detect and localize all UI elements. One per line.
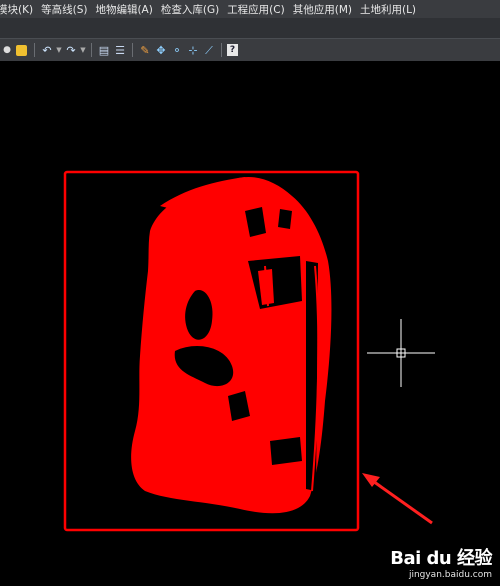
menu-land-use[interactable]: 土地利用(L) (360, 2, 424, 17)
ribbon-gap (0, 18, 500, 38)
drawing-canvas[interactable]: Bai du 经验 jingyan.baidu.com (0, 61, 500, 586)
properties-icon[interactable]: ▤ (97, 42, 111, 58)
toolbar-separator (221, 43, 222, 57)
annotation-arrow (362, 473, 433, 525)
watermark-brand: Bai du 经验 (390, 548, 492, 569)
crosshair-cursor (367, 319, 435, 387)
extend-icon[interactable]: ⟋ (202, 42, 216, 58)
canvas-drawing (63, 170, 435, 532)
chevron-down-icon[interactable]: ▼ (80, 42, 86, 58)
point-cloud (131, 176, 332, 514)
menu-check-import[interactable]: 检查入库(G) (161, 2, 227, 17)
toolbar: ● ↶ ▼ ↷ ▼ ▤ ☰ ✎ ✥ ⚬ ⊹ ⟋ ? (0, 38, 500, 62)
watermark-url: jingyan.baidu.com (408, 570, 492, 580)
toolbar-separator (91, 43, 92, 57)
toolbar-separator (132, 43, 133, 57)
toolbar-separator (34, 43, 35, 57)
undo-icon[interactable]: ↶ (40, 42, 54, 58)
help-icon[interactable]: ? (227, 44, 238, 56)
pencil-icon[interactable]: ✎ (138, 42, 152, 58)
watermark: Bai du 经验 jingyan.baidu.com (390, 544, 492, 580)
paint-icon[interactable] (16, 44, 27, 56)
menu-engineering[interactable]: 工程应用(C) (227, 2, 293, 17)
menu-module[interactable]: 模块(K) (0, 2, 41, 17)
node-icon[interactable]: ⚬ (170, 42, 184, 58)
trim-icon[interactable]: ⊹ (186, 42, 200, 58)
menu-contour[interactable]: 等高线(S) (41, 2, 95, 17)
zoom-icon[interactable]: ● (0, 42, 14, 58)
redo-icon[interactable]: ↷ (64, 42, 78, 58)
chevron-down-icon[interactable]: ▼ (56, 42, 62, 58)
menu-other[interactable]: 其他应用(M) (293, 2, 360, 17)
list-icon[interactable]: ☰ (113, 42, 127, 58)
menu-bar: 模块(K) 等高线(S) 地物编辑(A) 检查入库(G) 工程应用(C) 其他应… (0, 0, 500, 18)
menu-feature-edit[interactable]: 地物编辑(A) (95, 2, 160, 17)
move-icon[interactable]: ✥ (154, 42, 168, 58)
